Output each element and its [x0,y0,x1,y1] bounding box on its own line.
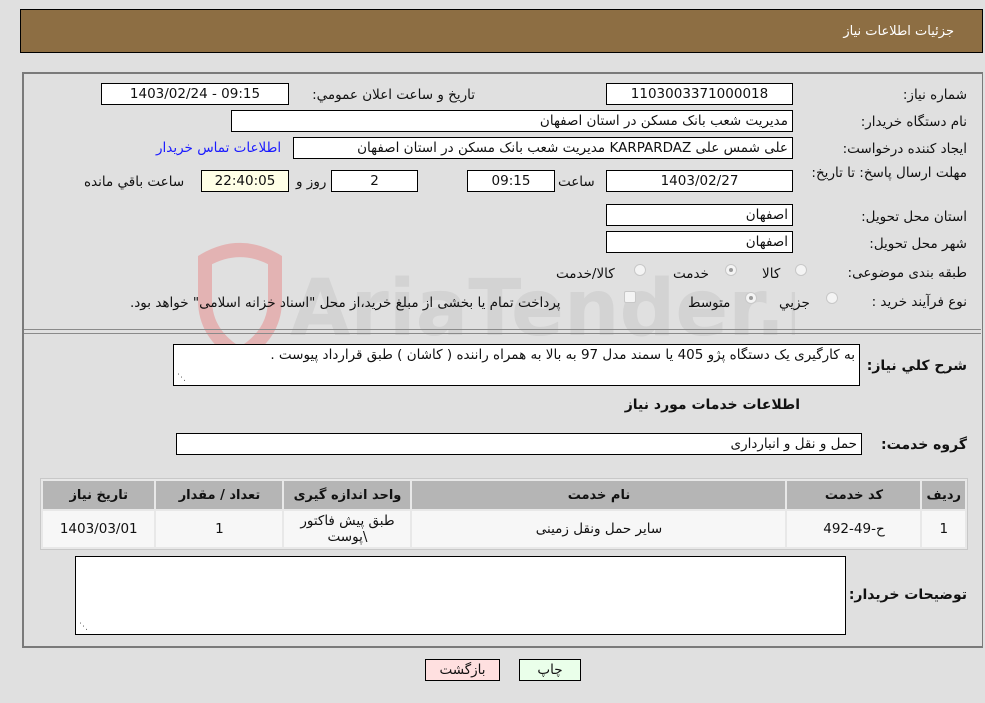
col-date: تاریخ نیاز [43,481,155,509]
description-text: به کارگیری یک دستگاه پژو 405 یا سمند مدل… [270,347,855,363]
buyer-contact-link[interactable]: اطلاعات تماس خريدار [156,140,281,156]
remaining-time-field: 22:40:05 [201,170,289,192]
divider [24,333,981,334]
need-number-label: شماره نیاز: [902,87,967,103]
category-radio-goods-service[interactable] [634,264,646,276]
page-title: جزئیات اطلاعات نیاز [843,24,954,39]
delivery-province-field[interactable]: اصفهان [606,204,793,226]
col-code: کد خدمت [787,481,921,509]
services-section-title: اطلاعات خدمات مورد نياز [624,397,800,413]
deadline-time-label: ساعت [558,174,595,190]
process-option-medium: متوسط [688,295,731,311]
treasury-note: پرداخت تمام يا بخشی از مبلغ خريد،از محل … [130,295,561,311]
remaining-label: ساعت باقي مانده [84,174,185,190]
service-group-label: گروه خدمت: [881,437,967,453]
cell-row: 1 [922,511,965,547]
purchase-process-label: نوع فرآيند خريد : [871,294,967,310]
resize-grip-icon[interactable]: ⋰ [177,374,186,383]
buyer-notes-label: توضیحات خریدار: [848,587,967,603]
col-qty: تعداد / مقدار [156,481,283,509]
table-row: 1 ح-49-492 سایر حمل ونقل زمینی طبق پیش ف… [43,511,965,547]
treasury-checkbox[interactable] [624,291,636,303]
delivery-province-label: استان محل تحویل: [861,209,967,225]
col-unit: واحد اندازه گیری [284,481,411,509]
category-option-goods-service: کالا/خدمت [556,266,615,282]
category-label: طبقه بندی موضوعی: [847,265,967,281]
announce-datetime-field[interactable]: 1403/02/24 - 09:15 [101,83,289,105]
service-group-field[interactable]: حمل و نقل و انبارداری [176,433,862,455]
cell-qty: 1 [156,511,283,547]
category-radio-service[interactable] [725,264,737,276]
process-radio-medium[interactable] [745,292,757,304]
days-label: روز و [296,174,327,190]
col-name: نام خدمت [412,481,786,509]
delivery-city-field[interactable]: اصفهان [606,231,793,253]
process-radio-minor[interactable] [826,292,838,304]
description-textarea[interactable]: به کارگیری یک دستگاه پژو 405 یا سمند مدل… [173,344,860,386]
deadline-time-field[interactable]: 09:15 [467,170,555,192]
requester-field[interactable]: علی شمس علی KARPARDAZ مدیریت شعب بانک مس… [293,137,793,159]
deadline-date-field[interactable]: 1403/02/27 [606,170,793,192]
back-button[interactable]: بازگشت [425,659,500,681]
category-option-goods: کالا [762,266,781,282]
delivery-city-label: شهر محل تحویل: [869,236,967,252]
buyer-org-field[interactable]: مديريت شعب بانک مسکن در استان اصفهان [231,110,793,132]
cell-date: 1403/03/01 [43,511,155,547]
table-header-row: رديف کد خدمت نام خدمت واحد اندازه گیری ت… [43,481,965,509]
cell-name: سایر حمل ونقل زمینی [412,511,786,547]
buyer-notes-textarea[interactable]: ⋰ [75,556,846,635]
col-row: رديف [922,481,965,509]
divider [24,329,981,330]
page-header: جزئیات اطلاعات نیاز [20,9,983,53]
requester-label: ایجاد کننده درخواست: [842,141,967,157]
days-field[interactable]: 2 [331,170,418,192]
buyer-org-label: نام دستگاه خريدار: [860,114,967,130]
cell-code: ح-49-492 [787,511,921,547]
description-label: شرح کلي نياز: [866,358,967,374]
process-option-minor: جزيي [779,295,810,311]
services-table: رديف کد خدمت نام خدمت واحد اندازه گیری ت… [40,478,968,550]
announce-datetime-label: تاریخ و ساعت اعلان عمومي: [312,87,475,103]
resize-grip-icon[interactable]: ⋰ [79,623,88,632]
print-button[interactable]: چاپ [519,659,581,681]
deadline-label: مهلت ارسال پاسخ: تا تاریخ: [811,165,967,181]
cell-unit: طبق پیش فاکتور \پوست [284,511,411,547]
category-radio-goods[interactable] [795,264,807,276]
category-option-service: خدمت [673,266,709,282]
need-number-field[interactable]: 1103003371000018 [606,83,793,105]
